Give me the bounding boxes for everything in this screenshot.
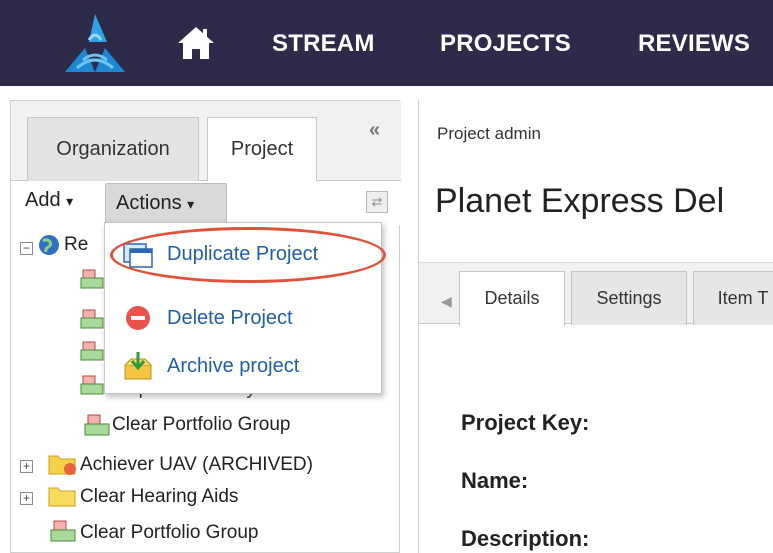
actions-button[interactable]: Actions ▾ [105,183,227,223]
tab-settings[interactable]: Settings [571,271,687,325]
group-icon [84,414,110,436]
nav-reviews[interactable]: REVIEWS [638,30,750,58]
tree-item-clear-portfolio-group[interactable]: Clear Portfolio Group [112,414,290,436]
folder-icon [48,487,76,507]
tree-item-achiever-uav[interactable]: Achiever UAV (ARCHIVED) [80,454,313,476]
group-icon [80,269,104,289]
panel-tab-strip: Organization Project « [11,101,401,182]
add-button[interactable]: Add ▾ [25,189,73,212]
nav-projects[interactable]: PROJECTS [440,30,571,58]
group-icon [80,309,104,329]
project-key-label: Project Key: [461,410,590,435]
expand-toggle[interactable]: + [20,492,33,505]
sync-icon[interactable]: ⇄ [366,191,388,213]
project-admin-panel: Project admin Planet Express Del ◀ Detai… [418,100,773,553]
collapse-toggle[interactable]: − [20,242,33,255]
menu-item-archive-project[interactable]: Archive project [105,343,381,391]
globe-icon [39,235,59,255]
tab-organization[interactable]: Organization [27,117,199,181]
group-icon [50,520,76,542]
tree-item-clear-portfolio-group-2[interactable]: Clear Portfolio Group [80,522,258,544]
name-label: Name: [461,468,529,493]
tree-root-label[interactable]: Re [64,234,88,256]
menu-item-duplicate-project[interactable]: Duplicate Project [105,231,381,279]
nav-stream[interactable]: STREAM [272,30,375,58]
delete-project-label: Delete Project [167,307,293,329]
menu-item-delete-project[interactable]: Delete Project [105,295,381,343]
chevron-down-icon: ▾ [66,193,74,209]
detail-tab-strip: ◀ Details Settings Item T [419,262,773,326]
top-nav-bar: STREAM PROJECTS REVIEWS [0,0,773,86]
tree-item-clear-hearing-aids[interactable]: Clear Hearing Aids [80,486,238,508]
expand-toggle[interactable]: + [20,460,33,473]
page-title: Planet Express Del [435,182,725,220]
duplicate-icon [123,243,153,268]
archive-icon [124,352,152,380]
group-icon [80,375,104,395]
description-label: Description: [461,526,590,551]
tab-item-types[interactable]: Item T [693,271,773,325]
breadcrumb[interactable]: Project admin [437,124,541,144]
archive-project-label: Archive project [167,355,300,377]
chevron-down-icon: ▾ [187,196,195,212]
actions-button-label: Actions [116,192,182,214]
duplicate-project-label: Duplicate Project [167,243,319,265]
group-icon [80,341,104,361]
delete-icon [126,306,150,330]
tree-toolbar: Add ▾ Actions ▾ ⇄ [11,181,401,225]
archived-folder-icon [48,455,76,475]
tab-project[interactable]: Project [207,117,317,182]
scroll-left-icon[interactable]: ◀ [441,293,452,310]
home-icon[interactable] [176,24,216,62]
actions-dropdown-menu: Duplicate Project Delete Project Archive… [104,222,382,394]
tab-details[interactable]: Details [459,271,565,326]
triangle-logo-icon[interactable] [55,12,135,78]
collapse-panel-icon[interactable]: « [369,119,380,142]
add-button-label: Add [25,189,61,211]
